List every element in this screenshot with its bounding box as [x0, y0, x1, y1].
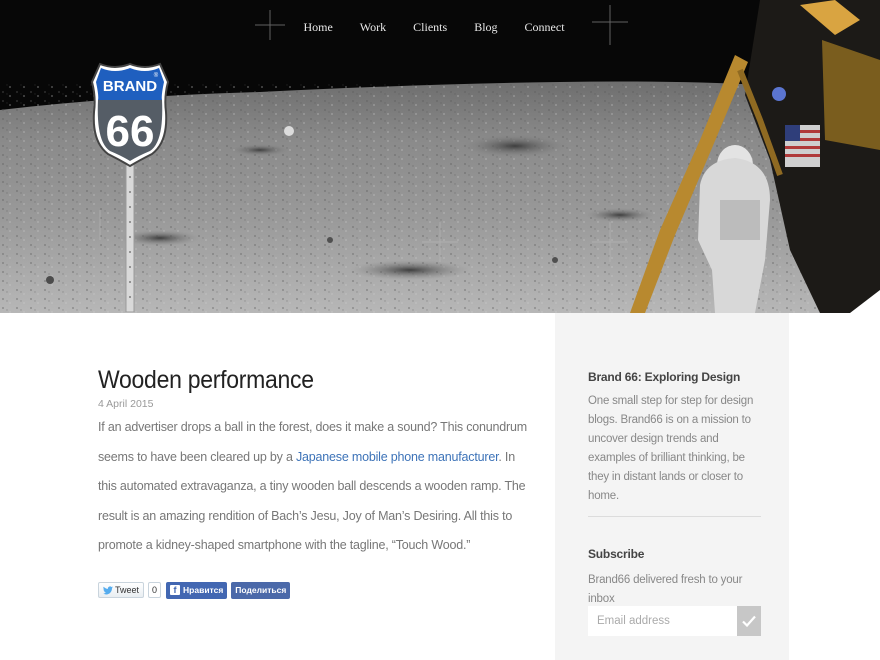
logo-brand-text: BRAND	[103, 78, 157, 95]
facebook-share-button[interactable]: Поделиться	[231, 581, 291, 599]
subscribe-widget: Subscribe Brand66 delivered fresh to you…	[588, 547, 761, 609]
facebook-share-label: Поделиться	[235, 585, 287, 595]
brand66-logo[interactable]: BRAND ® 66	[90, 62, 170, 312]
logo-number-text: 66	[106, 107, 155, 156]
nav-work-link[interactable]: Work	[360, 20, 386, 35]
subscribe-form	[588, 606, 761, 636]
post-title[interactable]: Wooden performance	[98, 366, 494, 395]
nav-home-link[interactable]: Home	[303, 20, 332, 35]
post-body: If an advertiser drops a ball in the for…	[98, 413, 528, 561]
tweet-count: 0	[148, 582, 162, 598]
facebook-like-label: Нравится	[183, 585, 224, 595]
sidebar-divider	[588, 516, 761, 517]
post-body-link[interactable]: Japanese mobile phone manufacturer	[296, 450, 499, 464]
nav-clients-link[interactable]: Clients	[413, 20, 447, 35]
facebook-like-button[interactable]: f Нравится	[166, 581, 228, 599]
post-date: 4 April 2015	[98, 398, 154, 410]
sidebar: Brand 66: Exploring Design One small ste…	[555, 313, 789, 660]
subscribe-submit-button[interactable]	[737, 606, 761, 636]
tweet-button[interactable]: Tweet	[98, 582, 145, 598]
hero-banner: Home Work Clients Blog Connect BRAND ® 6…	[0, 0, 880, 313]
share-bar: Tweet 0 f Нравится Поделиться	[98, 581, 291, 599]
post-body-text-end: . In this automated extravaganza, a tiny…	[98, 449, 526, 553]
checkmark-icon	[742, 615, 756, 627]
nav-connect-link[interactable]: Connect	[525, 20, 565, 35]
about-title: Brand 66: Exploring Design	[588, 370, 741, 384]
twitter-bird-icon	[103, 585, 113, 594]
subscribe-text: Brand66 delivered fresh to your inbox	[588, 574, 743, 605]
facebook-icon: f	[170, 585, 181, 595]
main-nav: Home Work Clients Blog Connect	[0, 20, 880, 35]
email-field[interactable]	[588, 606, 737, 636]
logo-registered-mark: ®	[154, 72, 159, 79]
nav-blog-link[interactable]: Blog	[474, 20, 497, 35]
tweet-label: Tweet	[115, 585, 140, 595]
blog-post: Wooden performance 4 April 2015 If an ad…	[98, 366, 528, 561]
subscribe-title: Subscribe	[588, 547, 645, 561]
about-text: One small step for step for design blogs…	[588, 395, 754, 502]
about-widget: Brand 66: Exploring Design One small ste…	[588, 370, 761, 506]
